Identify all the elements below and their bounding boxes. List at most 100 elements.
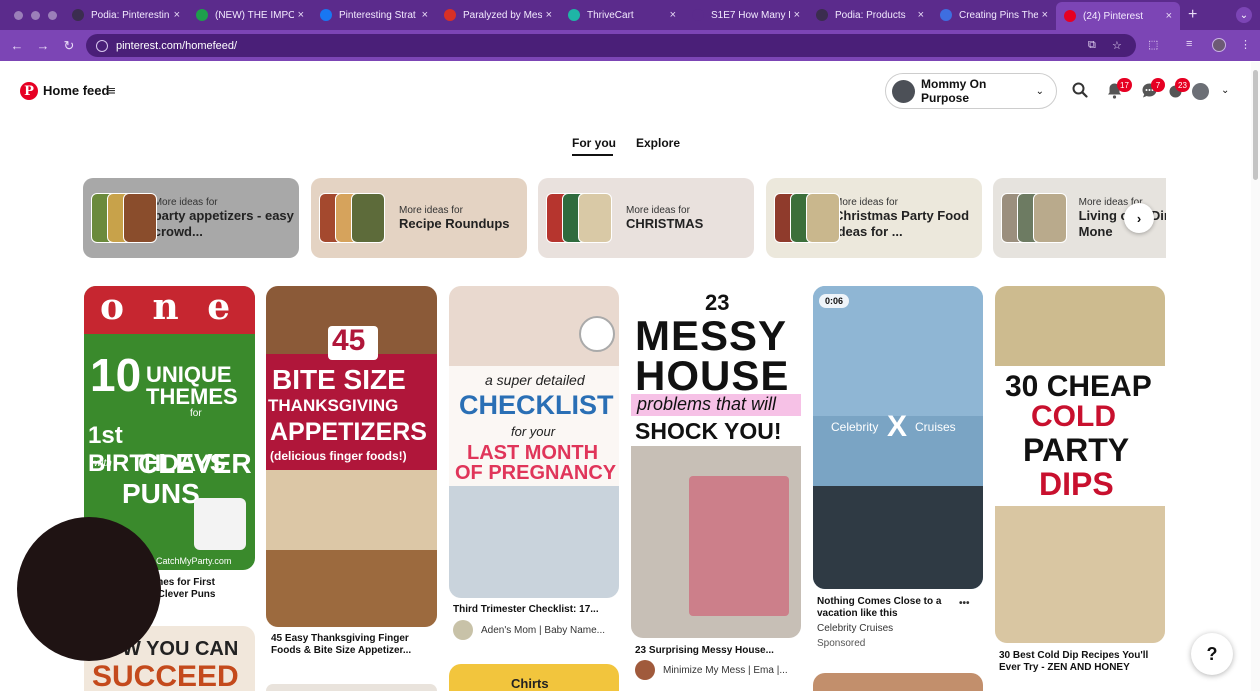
extensions-icon[interactable]: ⬚ <box>1148 38 1158 51</box>
pin-text: SHOCK YOU! <box>635 418 782 444</box>
close-tab-icon[interactable]: × <box>794 9 800 21</box>
pin-image[interactable]: 23 MESSY HOUSE problems that will SHOCK … <box>631 286 801 638</box>
accounts-chevron-icon[interactable]: ⌄ <box>1221 85 1229 96</box>
idea-card[interactable]: More ideas for party appetizers - easy cr… <box>83 178 299 258</box>
zoom-window-button[interactable] <box>48 10 57 20</box>
back-icon[interactable]: ← <box>4 38 30 53</box>
podia-icon <box>72 9 84 21</box>
idea-card-thumbnails <box>544 189 614 247</box>
menu-icon[interactable]: ≡ <box>108 83 116 98</box>
account-name: Mommy On Purpose <box>921 77 987 105</box>
pinterest-logo-icon[interactable]: P <box>20 82 38 100</box>
search-icon[interactable] <box>1072 82 1088 102</box>
browser-menu-icon[interactable]: ⋮ <box>1240 38 1251 51</box>
idea-card-kicker: More ideas for <box>399 204 463 216</box>
scrollbar-thumb[interactable] <box>1253 70 1258 180</box>
bookmark-star-icon[interactable]: ☆ <box>1112 39 1122 52</box>
pin-text: Celebrity <box>831 420 879 434</box>
pin-title[interactable]: Nothing Comes Close to a vacation like t… <box>817 596 952 620</box>
forward-icon[interactable]: → <box>30 38 56 53</box>
close-tab-icon[interactable]: × <box>174 9 180 21</box>
tab-for-you[interactable]: For you <box>572 136 616 150</box>
tab-title: Podia: Products <box>835 9 906 21</box>
close-tab-icon[interactable]: × <box>422 9 428 21</box>
pin-watermark: CatchMyParty.com <box>156 556 232 566</box>
media-controls-icon[interactable]: ≡ <box>1186 38 1192 50</box>
close-window-button[interactable] <box>14 10 23 20</box>
profile-avatar[interactable] <box>1212 38 1226 52</box>
creator-avatar[interactable] <box>635 660 655 680</box>
browser-tab[interactable]: S1E7 How Many F × <box>684 0 808 30</box>
close-tab-icon[interactable]: × <box>670 9 676 21</box>
account-switcher[interactable]: Mommy On Purpose ⌄ <box>885 73 1057 109</box>
tab-search-icon[interactable]: ⌄ <box>1236 7 1252 23</box>
podia-icon <box>816 9 828 21</box>
tab-explore[interactable]: Explore <box>636 136 680 150</box>
pin-text: a super detailed <box>485 372 585 388</box>
advertiser-name[interactable]: Celebrity Cruises <box>817 623 893 634</box>
screen-recorder-bubble[interactable] <box>17 517 161 661</box>
browser-tab[interactable]: Pinteresting Strat × <box>312 0 436 30</box>
page-title[interactable]: Home feed <box>43 83 109 98</box>
reload-icon[interactable]: ↻ <box>56 38 82 54</box>
browser-tab[interactable]: Paralyzed by Mes × <box>436 0 560 30</box>
pin-title[interactable]: 45 Easy Thanksgiving Finger Foods & Bite… <box>271 633 431 657</box>
pin-title[interactable]: Third Trimester Checklist: 17... <box>453 604 613 616</box>
pin-cake <box>194 498 246 550</box>
pin-image[interactable] <box>813 673 983 691</box>
pin-video[interactable]: 0:06 Celebrity X Cruises <box>813 286 983 589</box>
creator-name[interactable]: Aden's Mom | Baby Name... <box>481 625 605 636</box>
pin-text: o n e <box>100 286 239 328</box>
pin-image[interactable] <box>266 684 437 691</box>
close-tab-icon[interactable]: × <box>918 9 924 21</box>
address-bar[interactable]: pinterest.com/homefeed/ ⧉ ☆ <box>86 34 1136 57</box>
pin-image[interactable]: 30 CHEAP COLD PARTY DIPS <box>995 286 1165 643</box>
pin-photo <box>995 506 1165 643</box>
idea-card[interactable]: More ideas for CHRISTMAS <box>538 178 754 258</box>
pin-text: CHECKLIST <box>459 390 614 420</box>
carousel-next-button[interactable]: › <box>1124 203 1154 233</box>
close-tab-icon[interactable]: × <box>1042 9 1048 21</box>
tab-strip: Podia: Pinterestin × (NEW) THE IMPO × Pinter… <box>64 0 1180 30</box>
pin-text: PARTY <box>1023 432 1130 468</box>
minimize-window-button[interactable] <box>31 10 40 20</box>
idea-card[interactable]: More ideas for Christmas Party Food Ideas… <box>766 178 982 258</box>
browser-tab[interactable]: Podia: Products × <box>808 0 932 30</box>
browser-tab[interactable]: Creating Pins The × <box>932 0 1056 30</box>
browser-tab[interactable]: (24) Pinterest × <box>1056 2 1180 30</box>
idea-card[interactable]: More ideas for Recipe Roundups <box>311 178 527 258</box>
browser-toolbar: ← → ↻ pinterest.com/homefeed/ ⧉ ☆ ⬚ ≡ ⋮ <box>0 30 1260 61</box>
pin-image[interactable]: a super detailed CHECKLIST for your LAST… <box>449 286 619 598</box>
pin-image[interactable]: 45 BITE SIZE THANKSGIVING APPETIZERS (de… <box>266 286 437 627</box>
pin-image[interactable]: Chirts <box>449 664 619 691</box>
idea-card-kicker: More ideas for <box>833 196 898 208</box>
pin-title[interactable]: 23 Surprising Messy House... <box>635 645 795 657</box>
help-button[interactable]: ? <box>1191 633 1233 675</box>
close-tab-icon[interactable]: × <box>1166 10 1172 22</box>
user-avatar[interactable] <box>1192 83 1209 100</box>
browser-tab[interactable]: Podia: Pinterestin × <box>64 0 188 30</box>
close-tab-icon[interactable]: × <box>546 9 552 21</box>
browser-tab[interactable]: ThriveCart × <box>560 0 684 30</box>
install-app-icon[interactable]: ⧉ <box>1088 39 1096 52</box>
new-tab-icon[interactable]: + <box>1188 6 1197 24</box>
creator-name[interactable]: Minimize My Mess | Ema |... <box>663 665 788 676</box>
page-scrollbar[interactable] <box>1251 62 1260 691</box>
pin-title[interactable]: 30 Best Cold Dip Recipes You'll Ever Try… <box>999 650 1159 674</box>
site-info-icon[interactable] <box>96 39 108 52</box>
pin-text: (delicious finger foods!) <box>270 449 407 463</box>
blank-icon <box>692 9 704 21</box>
creator-avatar[interactable] <box>453 620 473 640</box>
close-tab-icon[interactable]: × <box>298 9 304 21</box>
pin-text: HOUSE <box>635 352 790 399</box>
pin-text: DIPS <box>1039 466 1114 502</box>
more-options-icon[interactable]: ••• <box>959 598 970 609</box>
pinterest-header: P Home feed ≡ Mommy On Purpose ⌄ 17 7 23… <box>0 61 1250 121</box>
sheets-icon <box>196 9 208 21</box>
messages-count-badge: 7 <box>1151 78 1165 92</box>
pin-text: OF PREGNANCY <box>455 462 617 484</box>
pin-text: PUNS <box>122 478 200 509</box>
browser-tab[interactable]: (NEW) THE IMPO × <box>188 0 312 30</box>
sponsored-label: Sponsored <box>817 638 866 649</box>
tab-title: Paralyzed by Mes <box>463 9 542 21</box>
